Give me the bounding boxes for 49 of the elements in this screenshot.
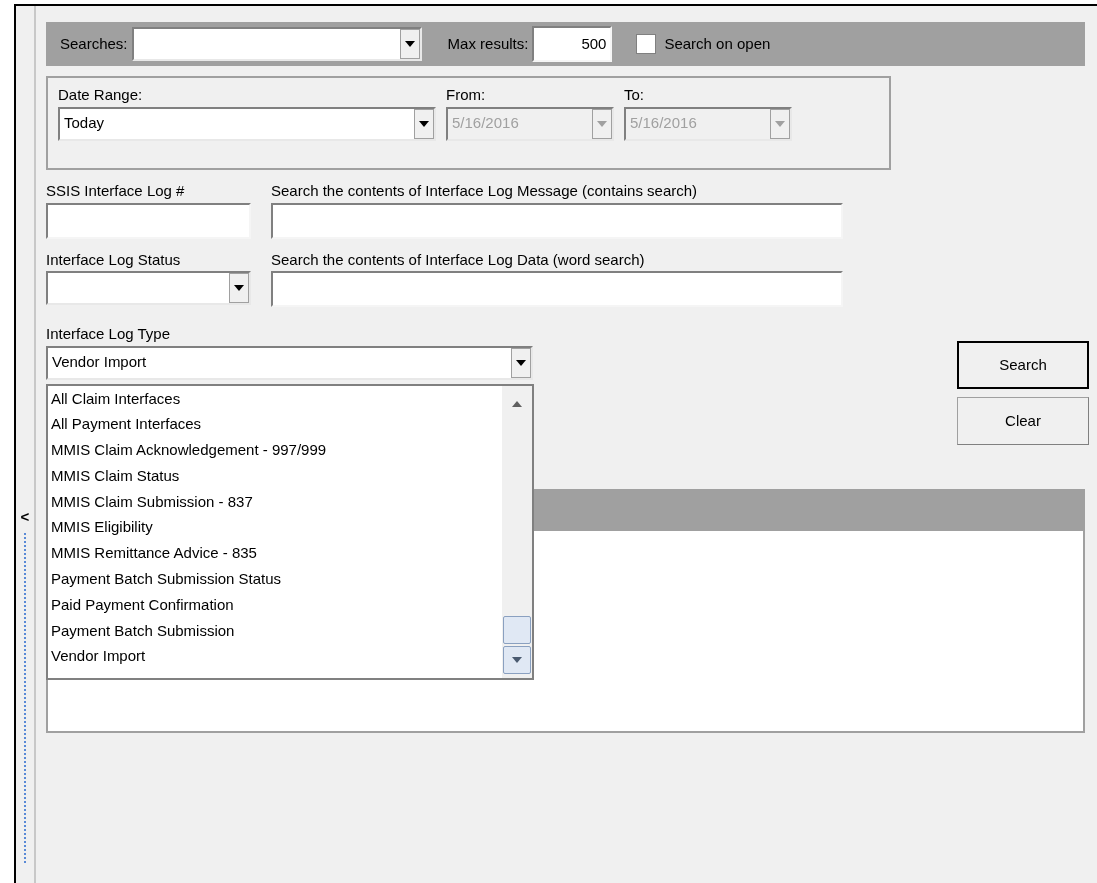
caret-icon [419,120,429,127]
search-on-open-checkbox[interactable] [636,34,657,54]
scroll-up-icon[interactable] [512,399,522,408]
scroll-down-button[interactable] [503,645,531,674]
caret-icon [512,656,522,663]
list-option[interactable]: MMIS Eligibility [51,514,502,541]
date-range-label: Date Range: [58,85,144,105]
collapse-toggle[interactable]: < [20,506,30,529]
caret-icon [234,285,244,291]
from-label: From: [446,85,487,105]
action-button[interactable]: Clear [957,397,1089,445]
dropdown-button[interactable] [414,108,434,139]
message-search-field[interactable] [271,202,843,239]
list-option[interactable]: Payment Batch Submission [51,617,502,644]
dropdown-button[interactable] [229,273,249,303]
scroll-thumb[interactable] [503,615,531,644]
search-on-open-label: Search on open [664,33,771,54]
log-number-field[interactable] [46,202,251,239]
list-option[interactable]: All Payment Interfaces [51,411,502,438]
list-option[interactable]: Paid Payment Confirmation [51,591,502,618]
date-range-dropdown[interactable]: Today [58,106,436,141]
list-option[interactable]: MMIS Claim Submission - 837 [51,488,502,515]
list-option[interactable]: MMIS Remittance Advice - 835 [51,540,502,567]
status-label: Interface Log Status [46,249,182,270]
max-results-label: Max results: [447,33,529,54]
scrollbar[interactable] [502,385,532,678]
list-option[interactable]: MMIS Claim Acknowledgement - 997/999 [51,437,502,463]
list-option[interactable]: Payment Batch Submission Status [51,566,502,592]
caret-icon [597,120,607,127]
caret-icon [775,120,785,127]
searches-label: Searches: [60,33,128,54]
list-option[interactable]: Vendor Import [51,643,502,670]
caret-icon [404,41,415,47]
status-dropdown[interactable] [46,271,251,305]
dropdown-button[interactable] [511,347,531,378]
action-button[interactable]: Search [957,341,1089,389]
list-option[interactable]: All Claim Interfaces [51,385,502,412]
message-search-label: Search the contents of Interface Log Message (contains search) [271,181,699,201]
log-type-dropdown[interactable]: Vendor Import [46,345,533,380]
data-search-label: Search the contents of Interface Log Data (word search) [271,249,646,270]
caret-icon [516,359,526,366]
data-search-field[interactable] [271,271,843,307]
log-number-label: SSIS Interface Log # [46,181,186,201]
searches-dropdown[interactable] [131,27,422,61]
list-option[interactable]: MMIS Claim Status [51,462,502,489]
dropdown-button[interactable] [399,29,420,59]
max-results-field[interactable]: 500 [532,26,613,62]
to-label: To: [624,85,645,105]
log-type-label: Interface Log Type [46,324,171,344]
